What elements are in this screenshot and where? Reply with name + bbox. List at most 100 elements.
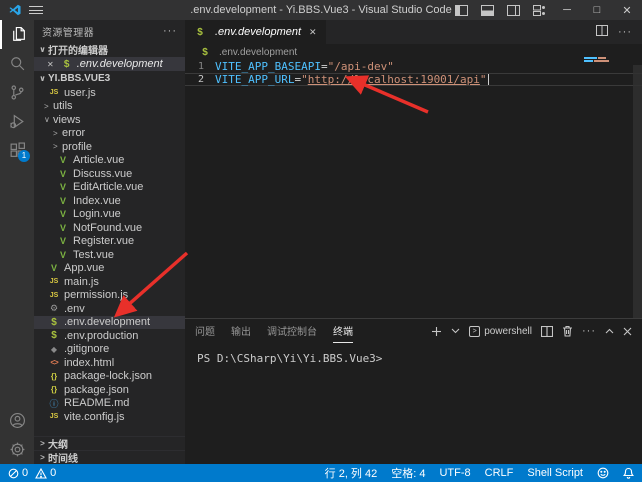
git-file-icon: ◆ — [48, 345, 60, 354]
panel-tab-调试控制台[interactable]: 调试控制台 — [267, 319, 317, 343]
project-root-section[interactable]: ∨ YI.BBS.VUE3 — [34, 71, 185, 86]
tree-item-discuss-vue[interactable]: VDiscuss.vue — [34, 167, 185, 181]
tree-item-views[interactable]: ∨views — [34, 113, 185, 127]
split-editor-icon[interactable] — [596, 23, 608, 41]
tree-item-editarticle-vue[interactable]: VEditArticle.vue — [34, 181, 185, 195]
close-icon[interactable]: ✕ — [47, 60, 54, 69]
timeline-section[interactable]: > 时间线 — [34, 450, 185, 464]
tab-bar: $ .env.development ✕ ··· — [185, 20, 642, 44]
terminal-output[interactable]: PS D:\CSharp\Yi\Yi.BBS.Vue3> — [185, 343, 642, 365]
tree-item-notfound-vue[interactable]: VNotFound.vue — [34, 221, 185, 235]
breadcrumb[interactable]: $ .env.development — [185, 44, 642, 60]
toggle-secondary-sidebar-icon[interactable] — [500, 0, 526, 20]
panel-more-actions-icon[interactable]: ··· — [582, 325, 596, 337]
activity-bar: 1 — [0, 20, 34, 464]
minimize-button[interactable]: ─ — [552, 0, 582, 20]
tree-item-main-js[interactable]: JSmain.js — [34, 275, 185, 289]
cursor-position-status[interactable]: 行 2, 列 42 — [325, 465, 378, 481]
menu-icon[interactable] — [29, 4, 43, 16]
customize-layout-icon[interactable] — [526, 0, 552, 20]
code-area[interactable]: 1VITE_APP_BASEAPI="/api-dev"2VITE_APP_UR… — [185, 60, 642, 86]
js-file-icon: JS — [48, 89, 60, 96]
tree-item--env-production[interactable]: $.env.production — [34, 329, 185, 343]
status-bar: 0 0 行 2, 列 42 空格: 4 UTF-8 CRLF Shell Scr… — [0, 464, 642, 482]
tree-item-article-vue[interactable]: VArticle.vue — [34, 154, 185, 168]
tree-item-test-vue[interactable]: VTest.vue — [34, 248, 185, 262]
tree-item-index-html[interactable]: <>index.html — [34, 356, 185, 370]
tree-item-label: README.md — [64, 397, 129, 409]
tree-item-index-vue[interactable]: VIndex.vue — [34, 194, 185, 208]
settings-gear-icon[interactable] — [0, 435, 34, 464]
tree-item-user-js[interactable]: JSuser.js — [34, 86, 185, 100]
text-cursor — [488, 74, 489, 85]
encoding-status[interactable]: UTF-8 — [439, 467, 470, 479]
tree-item-register-vue[interactable]: VRegister.vue — [34, 235, 185, 249]
vue-file-icon: V — [48, 263, 60, 273]
close-button[interactable]: ✕ — [612, 0, 642, 20]
tree-item-vite-config-js[interactable]: JSvite.config.js — [34, 410, 185, 424]
terminal-profile[interactable]: > powershell — [469, 326, 532, 337]
tree-item-label: Test.vue — [73, 249, 114, 261]
chevron-right-icon: > — [37, 453, 48, 462]
editor-scrollbar[interactable] — [633, 65, 642, 318]
panel-tab-问题[interactable]: 问题 — [195, 319, 215, 343]
tree-item--gitignore[interactable]: ◆.gitignore — [34, 343, 185, 357]
open-editor-item[interactable]: ✕ $ .env.development — [34, 57, 185, 71]
tree-item--env-development[interactable]: $.env.development — [34, 316, 185, 330]
breadcrumb-file: .env.development — [219, 47, 297, 58]
tree-item-utils[interactable]: >utils — [34, 100, 185, 114]
tree-item-package-json[interactable]: {}package.json — [34, 383, 185, 397]
account-icon[interactable] — [0, 406, 34, 435]
tree-item-package-lock-json[interactable]: {}package-lock.json — [34, 370, 185, 384]
tab-close-icon[interactable]: ✕ — [309, 27, 317, 38]
maximize-button[interactable]: □ — [582, 0, 612, 20]
panel-tab-terminal-active[interactable]: 终端 — [333, 319, 353, 343]
json-file-icon: {} — [48, 385, 60, 394]
info-file-icon: ⓘ — [48, 397, 60, 410]
tree-item-error[interactable]: >error — [34, 127, 185, 141]
tree-item-label: NotFound.vue — [73, 222, 142, 234]
open-editors-section[interactable]: ∨ 打开的编辑器 — [34, 42, 185, 57]
url-link[interactable]: http://localhost:19001/api — [308, 73, 480, 86]
language-mode-status[interactable]: Shell Script — [527, 467, 583, 479]
tree-item-permission-js[interactable]: JSpermission.js — [34, 289, 185, 303]
tab-env-development[interactable]: $ .env.development ✕ — [185, 20, 326, 44]
problems-status[interactable]: 0 0 — [8, 467, 56, 479]
code-token: VITE_APP_URL — [215, 73, 294, 86]
eol-status[interactable]: CRLF — [485, 467, 514, 479]
split-terminal-icon[interactable] — [541, 326, 553, 337]
tree-item-login-vue[interactable]: VLogin.vue — [34, 208, 185, 222]
editor-more-actions-icon[interactable]: ··· — [618, 26, 632, 38]
explorer-icon[interactable] — [0, 20, 34, 49]
tree-item-readme-md[interactable]: ⓘ README.md — [34, 397, 185, 411]
tree-item--env[interactable]: ⚙.env — [34, 302, 185, 316]
feedback-icon[interactable] — [597, 467, 609, 479]
tree-item-label: .env.development — [64, 316, 150, 328]
tree-item-profile[interactable]: >profile — [34, 140, 185, 154]
terminal-dropdown-icon[interactable] — [451, 328, 460, 334]
close-panel-icon[interactable] — [623, 327, 632, 336]
code-line-2[interactable]: 2VITE_APP_URL="http://localhost:19001/ap… — [185, 73, 642, 86]
search-icon[interactable] — [0, 49, 34, 78]
indentation-status[interactable]: 空格: 4 — [391, 465, 425, 481]
source-control-icon[interactable] — [0, 78, 34, 107]
notifications-bell-icon[interactable] — [623, 467, 634, 479]
minimap[interactable] — [584, 57, 618, 63]
extensions-icon[interactable]: 1 — [0, 136, 34, 165]
toggle-sidebar-icon[interactable] — [448, 0, 474, 20]
html-file-icon: <> — [48, 358, 60, 367]
new-terminal-icon[interactable] — [431, 326, 442, 337]
explorer-more-actions-icon[interactable]: ··· — [163, 25, 177, 37]
maximize-panel-icon[interactable] — [605, 328, 614, 334]
tree-item-label: profile — [62, 141, 92, 153]
run-debug-icon[interactable] — [0, 107, 34, 136]
tree-item-app-vue[interactable]: VApp.vue — [34, 262, 185, 276]
outline-section[interactable]: > 大纲 — [34, 436, 185, 450]
panel-tab-输出[interactable]: 输出 — [231, 319, 251, 343]
kill-terminal-icon[interactable] — [562, 325, 573, 337]
line-number: 2 — [185, 73, 215, 86]
tree-item-label: package-lock.json — [64, 370, 152, 382]
chevron-down-icon: ∨ — [37, 45, 48, 54]
toggle-panel-icon[interactable] — [474, 0, 500, 20]
code-line-1[interactable]: 1VITE_APP_BASEAPI="/api-dev" — [185, 60, 642, 73]
